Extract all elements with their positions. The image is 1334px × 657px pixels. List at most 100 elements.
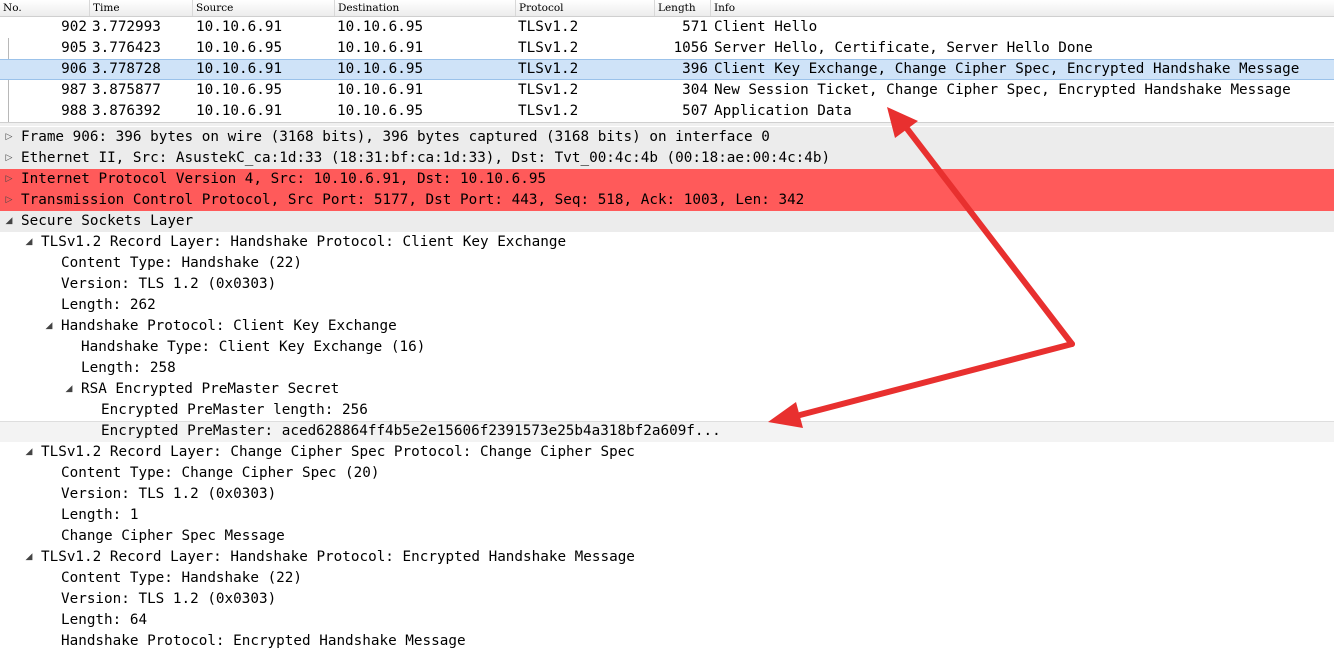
packet-cell-source: 10.10.6.91 bbox=[196, 19, 283, 35]
detail-row[interactable]: ▷ Ethernet II, Src: AsustekC_ca:1d:33 (18… bbox=[0, 148, 1334, 169]
expand-triangle-icon[interactable]: ▷ bbox=[2, 127, 16, 148]
detail-text: Ethernet II, Src: AsustekC_ca:1d:33 (18:… bbox=[21, 150, 831, 166]
detail-text: Content Type: Change Cipher Spec (20) bbox=[61, 465, 380, 481]
packet-cell-length: 396 bbox=[682, 61, 708, 77]
packet-cell-info: Server Hello, Certificate, Server Hello … bbox=[714, 40, 1093, 56]
detail-row[interactable]: ◢ RSA Encrypted PreMaster Secret bbox=[0, 379, 1334, 400]
column-header-source[interactable]: Source bbox=[193, 0, 335, 16]
packet-cell-time: 3.776423 bbox=[92, 40, 161, 56]
packet-cell-source: 10.10.6.95 bbox=[196, 40, 283, 56]
collapse-triangle-icon[interactable]: ◢ bbox=[62, 379, 76, 400]
detail-text: Handshake Protocol: Client Key Exchange bbox=[61, 318, 397, 334]
packet-cell-no: 987 bbox=[61, 82, 87, 98]
detail-row[interactable]: ▷ Frame 906: 396 bytes on wire (3168 bits… bbox=[0, 127, 1334, 148]
packet-cell-source: 10.10.6.91 bbox=[196, 103, 283, 119]
detail-text: TLSv1.2 Record Layer: Change Cipher Spec… bbox=[41, 444, 635, 460]
detail-text: Frame 906: 396 bytes on wire (3168 bits)… bbox=[21, 129, 770, 145]
packet-cell-protocol: TLSv1.2 bbox=[518, 40, 579, 56]
packet-cell-protocol: TLSv1.2 bbox=[518, 103, 579, 119]
detail-row[interactable]: ◢ TLSv1.2 Record Layer: Change Cipher Spe… bbox=[0, 442, 1334, 463]
packet-details-tree[interactable]: ▷ Frame 906: 396 bytes on wire (3168 bits… bbox=[0, 127, 1334, 657]
column-header-destination[interactable]: Destination bbox=[335, 0, 516, 16]
collapse-triangle-icon[interactable]: ◢ bbox=[42, 316, 56, 337]
packet-cell-destination: 10.10.6.95 bbox=[337, 61, 424, 77]
packet-row[interactable]: 906 3.778728 10.10.6.91 10.10.6.95 TLSv1.2 39… bbox=[0, 59, 1334, 80]
packet-cell-time: 3.876392 bbox=[92, 103, 161, 119]
detail-text: Internet Protocol Version 4, Src: 10.10.… bbox=[21, 171, 547, 187]
detail-text: Encrypted PreMaster length: 256 bbox=[101, 402, 368, 418]
detail-text: TLSv1.2 Record Layer: Handshake Protocol… bbox=[41, 549, 635, 565]
detail-row[interactable]: Length: 262 bbox=[0, 295, 1334, 316]
packet-cell-time: 3.875877 bbox=[92, 82, 161, 98]
detail-text: Version: TLS 1.2 (0x0303) bbox=[61, 486, 277, 502]
detail-row[interactable]: ◢ TLSv1.2 Record Layer: Handshake Protoco… bbox=[0, 547, 1334, 568]
detail-text: Content Type: Handshake (22) bbox=[61, 570, 303, 586]
packet-cell-destination: 10.10.6.91 bbox=[337, 40, 424, 56]
detail-row[interactable]: ▷ Transmission Control Protocol, Src Port… bbox=[0, 190, 1334, 211]
column-header-protocol[interactable]: Protocol bbox=[516, 0, 655, 16]
detail-text: Content Type: Handshake (22) bbox=[61, 255, 303, 271]
detail-text: Secure Sockets Layer bbox=[21, 213, 194, 229]
packet-cell-destination: 10.10.6.95 bbox=[337, 19, 424, 35]
packet-cell-destination: 10.10.6.95 bbox=[337, 103, 424, 119]
column-header-info[interactable]: Info bbox=[711, 0, 1334, 16]
detail-text: Length: 262 bbox=[61, 297, 156, 313]
column-header-no[interactable]: No. bbox=[0, 0, 90, 16]
detail-text: RSA Encrypted PreMaster Secret bbox=[81, 381, 340, 397]
detail-row[interactable]: Handshake Type: Client Key Exchange (16) bbox=[0, 337, 1334, 358]
column-header-length[interactable]: Length bbox=[655, 0, 711, 16]
detail-row[interactable]: Length: 1 bbox=[0, 505, 1334, 526]
collapse-triangle-icon[interactable]: ◢ bbox=[22, 442, 36, 463]
packet-row[interactable]: 902 3.772993 10.10.6.91 10.10.6.95 TLSv1.2 57… bbox=[0, 17, 1334, 38]
detail-row[interactable]: ▷ Internet Protocol Version 4, Src: 10.10… bbox=[0, 169, 1334, 190]
detail-row[interactable]: Version: TLS 1.2 (0x0303) bbox=[0, 589, 1334, 610]
detail-row[interactable]: Content Type: Change Cipher Spec (20) bbox=[0, 463, 1334, 484]
pane-splitter[interactable] bbox=[0, 122, 1334, 126]
detail-row[interactable]: Encrypted PreMaster: aced628864ff4b5e2e1… bbox=[0, 421, 1334, 442]
detail-row[interactable]: Change Cipher Spec Message bbox=[0, 526, 1334, 547]
column-header-time[interactable]: Time bbox=[90, 0, 193, 16]
packet-cell-no: 988 bbox=[61, 103, 87, 119]
detail-row[interactable]: Handshake Protocol: Encrypted Handshake … bbox=[0, 631, 1334, 652]
collapse-triangle-icon[interactable]: ◢ bbox=[22, 232, 36, 253]
detail-text: Change Cipher Spec Message bbox=[61, 528, 285, 544]
detail-text: Version: TLS 1.2 (0x0303) bbox=[61, 591, 277, 607]
expand-triangle-icon[interactable]: ▷ bbox=[2, 190, 16, 211]
packet-cell-length: 1056 bbox=[673, 40, 708, 56]
detail-row[interactable]: Length: 64 bbox=[0, 610, 1334, 631]
packet-row[interactable]: 905 3.776423 10.10.6.95 10.10.6.91 TLSv1.2 10… bbox=[0, 38, 1334, 59]
packet-cell-length: 571 bbox=[682, 19, 708, 35]
detail-text: Length: 1 bbox=[61, 507, 139, 523]
detail-row[interactable]: Encrypted PreMaster length: 256 bbox=[0, 400, 1334, 421]
expand-triangle-icon[interactable]: ▷ bbox=[2, 148, 16, 169]
packet-row[interactable]: 987 3.875877 10.10.6.95 10.10.6.91 TLSv1.2 30… bbox=[0, 80, 1334, 101]
collapse-triangle-icon[interactable]: ◢ bbox=[2, 211, 16, 232]
packet-cell-protocol: TLSv1.2 bbox=[518, 82, 579, 98]
packet-list[interactable]: No. Time Source Destination Protocol Len… bbox=[0, 0, 1334, 126]
detail-row[interactable]: ◢ Secure Sockets Layer bbox=[0, 211, 1334, 232]
detail-text: Handshake Protocol: Encrypted Handshake … bbox=[61, 633, 466, 649]
collapse-triangle-icon[interactable]: ◢ bbox=[22, 547, 36, 568]
packet-cell-length: 507 bbox=[682, 103, 708, 119]
detail-text: TLSv1.2 Record Layer: Handshake Protocol… bbox=[41, 234, 567, 250]
detail-row[interactable]: Content Type: Handshake (22) bbox=[0, 253, 1334, 274]
packet-cell-source: 10.10.6.95 bbox=[196, 82, 283, 98]
detail-row[interactable]: Version: TLS 1.2 (0x0303) bbox=[0, 274, 1334, 295]
detail-row[interactable]: Content Type: Handshake (22) bbox=[0, 568, 1334, 589]
detail-text: Length: 258 bbox=[81, 360, 176, 376]
packet-cell-no: 905 bbox=[61, 40, 87, 56]
detail-row[interactable]: ◢ TLSv1.2 Record Layer: Handshake Protoco… bbox=[0, 232, 1334, 253]
detail-row[interactable]: Version: TLS 1.2 (0x0303) bbox=[0, 484, 1334, 505]
expand-triangle-icon[interactable]: ▷ bbox=[2, 169, 16, 190]
packet-row[interactable]: 988 3.876392 10.10.6.91 10.10.6.95 TLSv1.2 50… bbox=[0, 101, 1334, 122]
detail-row[interactable]: Length: 258 bbox=[0, 358, 1334, 379]
detail-text: Encrypted PreMaster: aced628864ff4b5e2e1… bbox=[101, 423, 721, 439]
packet-cell-protocol: TLSv1.2 bbox=[518, 61, 579, 77]
packet-cell-info: Client Hello bbox=[714, 19, 818, 35]
detail-row[interactable]: ◢ Handshake Protocol: Client Key Exchange bbox=[0, 316, 1334, 337]
detail-text: Handshake Type: Client Key Exchange (16) bbox=[81, 339, 426, 355]
packet-cell-time: 3.772993 bbox=[92, 19, 161, 35]
packet-cell-no: 902 bbox=[61, 19, 87, 35]
packet-cell-destination: 10.10.6.91 bbox=[337, 82, 424, 98]
packet-cell-length: 304 bbox=[682, 82, 708, 98]
